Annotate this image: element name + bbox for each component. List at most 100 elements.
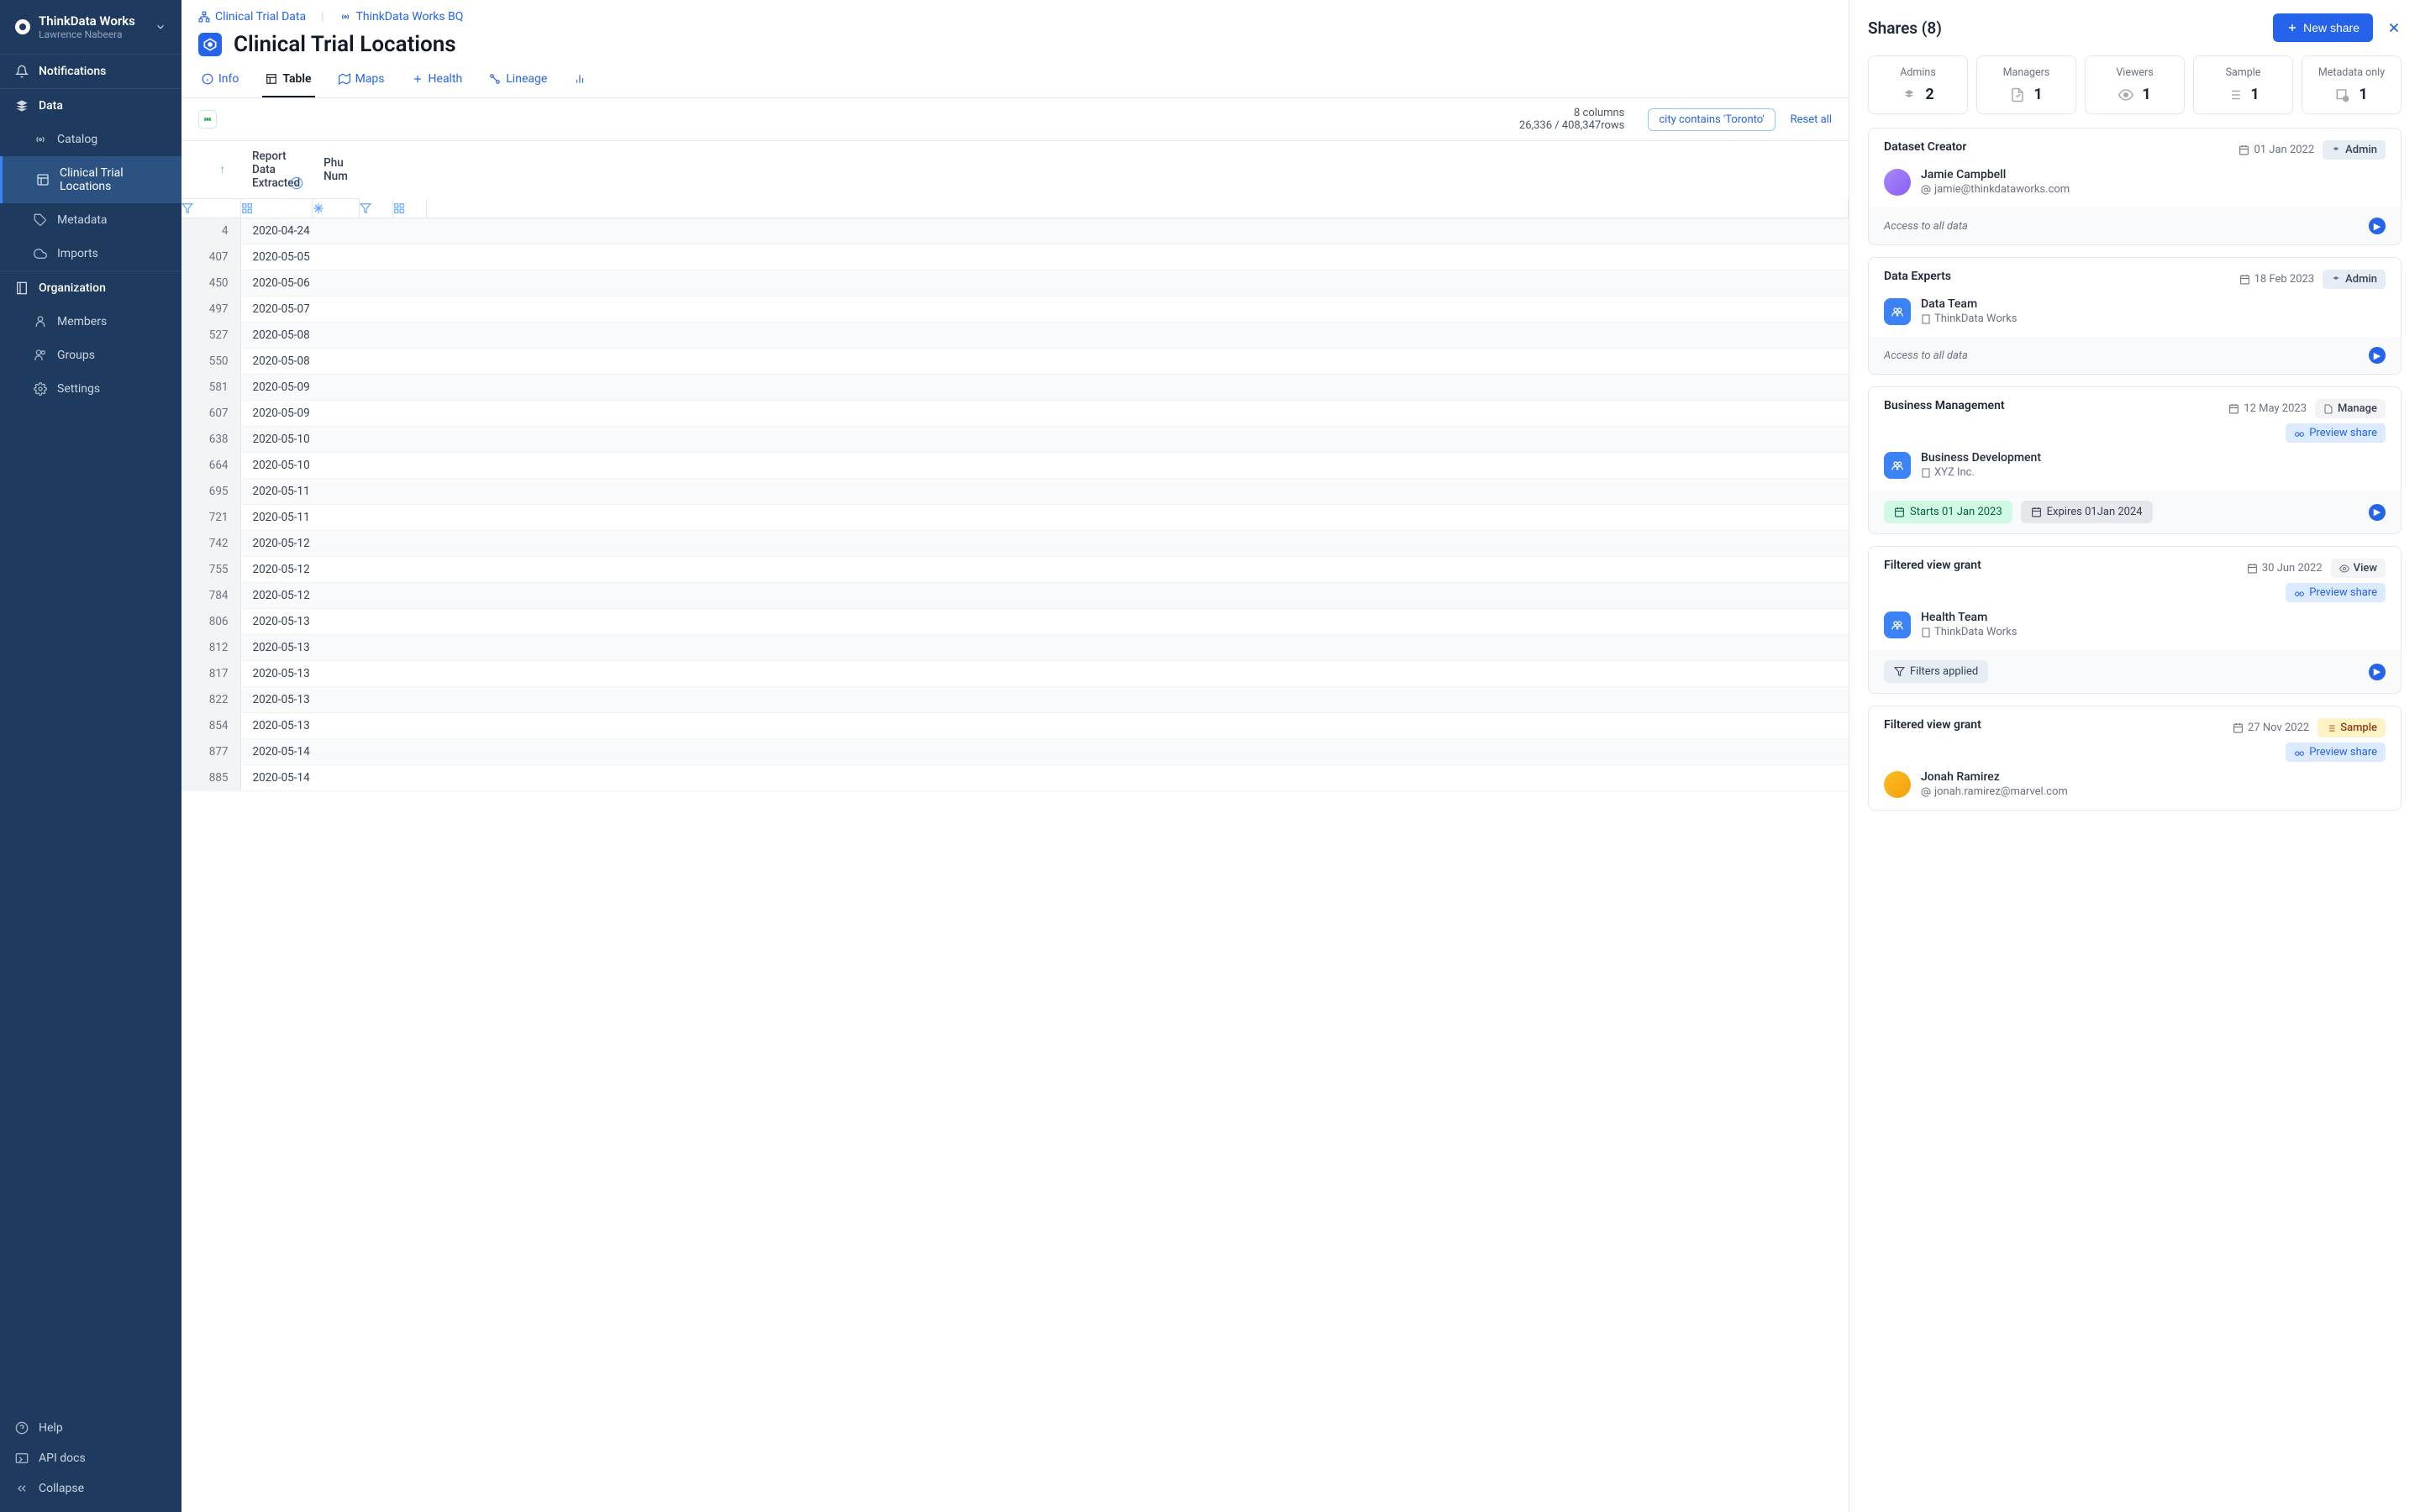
cell-date: 2020-05-11 <box>240 479 427 505</box>
table-row[interactable]: 7422020-05-12 <box>182 531 1849 557</box>
new-share-button[interactable]: New share <box>2273 13 2373 42</box>
sidebar-header[interactable]: ThinkData Works Lawrence Nabeera <box>0 0 182 54</box>
stat-icon <box>2118 87 2133 102</box>
tab-maps[interactable]: Maps <box>335 62 388 97</box>
cell-date: 2020-04-24 <box>240 218 427 244</box>
tab-info[interactable]: Info <box>198 62 242 97</box>
nav-groups[interactable]: Groups <box>0 339 182 372</box>
nav-clinical-trial-locations[interactable]: Clinical Trial Locations <box>0 156 182 203</box>
stat-count: 1 <box>2142 86 2150 103</box>
chart-icon <box>574 73 586 85</box>
col-tool-rownum[interactable] <box>182 199 240 218</box>
col-report-data-extracted[interactable]: Report Data Extracted <box>240 141 312 199</box>
live-badge <box>198 110 217 129</box>
nav-imports[interactable]: Imports <box>0 237 182 270</box>
nav-notifications[interactable]: Notifications <box>0 54 182 88</box>
table-row[interactable]: 8122020-05-13 <box>182 635 1849 661</box>
expand-button[interactable]: ▶ <box>2369 664 2386 680</box>
chevron-down-icon[interactable] <box>155 21 166 33</box>
stat-card-viewers[interactable]: Viewers1 <box>2085 55 2185 114</box>
cell-date: 2020-05-11 <box>240 505 427 531</box>
nav-label: Catalog <box>57 133 97 146</box>
table-row[interactable]: 4972020-05-07 <box>182 297 1849 323</box>
building-icon <box>15 281 29 295</box>
user-icon <box>34 315 47 328</box>
close-icon[interactable] <box>2386 20 2402 35</box>
main-content: Clinical Trial Data | ThinkData Works BQ… <box>182 0 1849 1512</box>
role-badge: Sample <box>2317 718 2386 738</box>
filter-chip-city[interactable]: city contains 'Toronto' <box>1648 108 1775 131</box>
table-row[interactable]: 4072020-05-05 <box>182 244 1849 270</box>
crumb-thinkdata-bq[interactable]: ThinkData Works BQ <box>339 10 464 24</box>
info-icon[interactable] <box>290 176 303 190</box>
nav-data[interactable]: Data <box>0 88 182 123</box>
expand-button[interactable]: ▶ <box>2369 218 2386 234</box>
col-tool-group2[interactable] <box>393 199 427 218</box>
access-note: Access to all data <box>1884 349 1968 362</box>
table-row[interactable]: 42020-04-24 <box>182 218 1849 244</box>
table-wrap[interactable]: ↑ Report Data Extracted Phu Num <box>182 141 1849 1512</box>
table-row[interactable]: 7842020-05-12 <box>182 583 1849 609</box>
nav-catalog[interactable]: Catalog <box>0 123 182 156</box>
nav-metadata[interactable]: Metadata <box>0 203 182 237</box>
nav-organization[interactable]: Organization <box>0 270 182 305</box>
cell-phu <box>427 453 1849 479</box>
cell-date: 2020-05-13 <box>240 687 427 713</box>
table-row[interactable]: 6952020-05-11 <box>182 479 1849 505</box>
table-row[interactable]: 8772020-05-14 <box>182 739 1849 765</box>
table-row[interactable]: 6642020-05-10 <box>182 453 1849 479</box>
col-tool-more[interactable] <box>427 199 1849 218</box>
terminal-icon <box>15 1452 29 1465</box>
expand-button[interactable]: ▶ <box>2369 347 2386 364</box>
col-row-number[interactable]: ↑ <box>182 141 240 199</box>
table-row[interactable]: 8222020-05-13 <box>182 687 1849 713</box>
table-row[interactable]: 8852020-05-14 <box>182 765 1849 791</box>
brand-name: ThinkData Works <box>39 13 135 29</box>
nav-settings[interactable]: Settings <box>0 372 182 406</box>
col-tool-filter2[interactable] <box>360 199 393 218</box>
table-row[interactable]: 4502020-05-06 <box>182 270 1849 297</box>
share-date: 12 May 2023 <box>2228 402 2307 415</box>
cell-phu <box>427 583 1849 609</box>
col-tool-freeze1[interactable] <box>312 199 360 218</box>
table-row[interactable]: 7212020-05-11 <box>182 505 1849 531</box>
cell-phu <box>427 635 1849 661</box>
table-row[interactable]: 6072020-05-09 <box>182 401 1849 427</box>
tab-table[interactable]: Table <box>262 62 314 97</box>
cell-row-number: 822 <box>182 687 240 713</box>
nav-members[interactable]: Members <box>0 305 182 339</box>
reset-all-button[interactable]: Reset all <box>1791 113 1832 126</box>
stat-card-managers[interactable]: Managers1 <box>1976 55 2076 114</box>
table-row[interactable]: 8542020-05-13 <box>182 713 1849 739</box>
table-row[interactable]: 8172020-05-13 <box>182 661 1849 687</box>
share-list[interactable]: Dataset Creator 01 Jan 2022 Admin Jamie … <box>1849 128 2420 1512</box>
stat-card-admins[interactable]: Admins2 <box>1868 55 1968 114</box>
preview-share-button[interactable]: Preview share <box>2286 743 2386 762</box>
stat-card-metadata-only[interactable]: Metadata only1 <box>2302 55 2402 114</box>
table-row[interactable]: 7552020-05-12 <box>182 557 1849 583</box>
tab-lineage[interactable]: Lineage <box>486 62 550 97</box>
expand-button[interactable]: ▶ <box>2369 504 2386 521</box>
nav-collapse[interactable]: Collapse <box>0 1473 182 1504</box>
avatar <box>1884 771 1911 798</box>
cell-row-number: 581 <box>182 375 240 401</box>
cell-date: 2020-05-10 <box>240 453 427 479</box>
table-row[interactable]: 8062020-05-13 <box>182 609 1849 635</box>
nav-api-docs[interactable]: API docs <box>0 1443 182 1473</box>
panel-title: Shares (8) <box>1868 18 1942 38</box>
table-row[interactable]: 5272020-05-08 <box>182 323 1849 349</box>
stat-card-sample[interactable]: Sample1 <box>2193 55 2293 114</box>
tab-more[interactable] <box>571 62 589 97</box>
tab-health[interactable]: Health <box>408 62 466 97</box>
entity-name: Health Team <box>1921 611 2017 624</box>
table-row[interactable]: 6382020-05-10 <box>182 427 1849 453</box>
nav-help[interactable]: Help <box>0 1413 182 1443</box>
table-row[interactable]: 5502020-05-08 <box>182 349 1849 375</box>
col-phu-num[interactable]: Phu Num <box>312 141 360 199</box>
table-row[interactable]: 5812020-05-09 <box>182 375 1849 401</box>
col-tool-group1[interactable] <box>240 199 312 218</box>
preview-share-button[interactable]: Preview share <box>2286 423 2386 443</box>
cell-phu <box>427 401 1849 427</box>
crumb-clinical-trial-data[interactable]: Clinical Trial Data <box>198 10 306 24</box>
preview-share-button[interactable]: Preview share <box>2286 583 2386 602</box>
